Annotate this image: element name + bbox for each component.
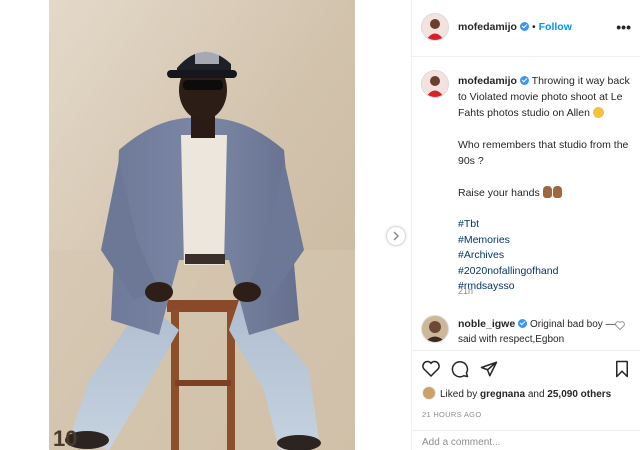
bookmark-icon[interactable]: [614, 360, 630, 378]
likes-prefix: Liked by: [440, 389, 478, 400]
caption-username[interactable]: mofedamijo: [458, 75, 517, 87]
header-user-line: mofedamijo • Follow: [458, 21, 572, 33]
post-photo[interactable]: 10: [49, 0, 355, 450]
hashtag-list: #Tbt #Memories #Archives #2020nofallingo…: [458, 217, 636, 295]
comment-text: noble_igwe Original bad boy — said with …: [458, 317, 618, 347]
caption-age[interactable]: 21h: [458, 286, 473, 296]
comment-username[interactable]: noble_igwe: [458, 318, 515, 330]
next-photo-button[interactable]: [386, 226, 406, 246]
laughing-emoji-icon: [592, 107, 604, 118]
post-header: mofedamijo • Follow •••: [412, 0, 640, 57]
caption-line-3: Raise your hands: [458, 187, 540, 199]
avatar[interactable]: [422, 386, 436, 400]
avatar[interactable]: [421, 13, 449, 41]
hashtag-link[interactable]: #Memories: [458, 233, 636, 249]
likes-middle: and: [527, 389, 545, 400]
action-bar: [412, 350, 640, 388]
more-options-button[interactable]: •••: [616, 20, 631, 34]
header-username[interactable]: mofedamijo: [458, 21, 517, 33]
caption-text: mofedamijo Throwing it way back to Viola…: [458, 73, 636, 295]
verified-badge-icon: [519, 22, 529, 31]
avatar[interactable]: [421, 70, 449, 98]
hashtag-link[interactable]: #Tbt: [458, 217, 636, 233]
comment-item: noble_igwe Original bad boy — said with …: [412, 311, 640, 347]
hashtag-link[interactable]: #2020nofallingofhand: [458, 264, 636, 280]
add-comment-input[interactable]: Add a comment...: [412, 430, 640, 450]
likes-user[interactable]: gregnana: [480, 389, 525, 400]
likes-count[interactable]: 25,090 others: [547, 389, 611, 400]
chevron-right-icon: [393, 231, 400, 241]
follow-button[interactable]: Follow: [539, 21, 572, 33]
heart-icon[interactable]: [615, 321, 625, 330]
avatar[interactable]: [421, 315, 449, 343]
header-separator: •: [531, 21, 536, 33]
post-side-panel: mofedamijo • Follow ••• mofedamijo Throwin…: [411, 0, 640, 450]
verified-badge-icon: [518, 319, 528, 328]
caption-line-2: Who remembers that studio from the 90s ?: [458, 139, 629, 167]
likes-summary: Liked by gregnana and 25,090 others: [422, 386, 640, 400]
heart-icon[interactable]: [422, 360, 440, 377]
photo-overlay-text: 10: [53, 426, 77, 450]
paper-plane-icon[interactable]: [480, 360, 498, 378]
post-timestamp[interactable]: 21 HOURS AGO: [422, 410, 481, 419]
hashtag-link[interactable]: #rmdsaysso: [458, 279, 636, 295]
verified-badge-icon: [519, 76, 529, 85]
comment-icon[interactable]: [451, 360, 469, 378]
raised-hand-emoji-icon: [552, 186, 562, 198]
hashtag-link[interactable]: #Archives: [458, 248, 636, 264]
raised-hand-emoji-icon: [542, 186, 552, 198]
